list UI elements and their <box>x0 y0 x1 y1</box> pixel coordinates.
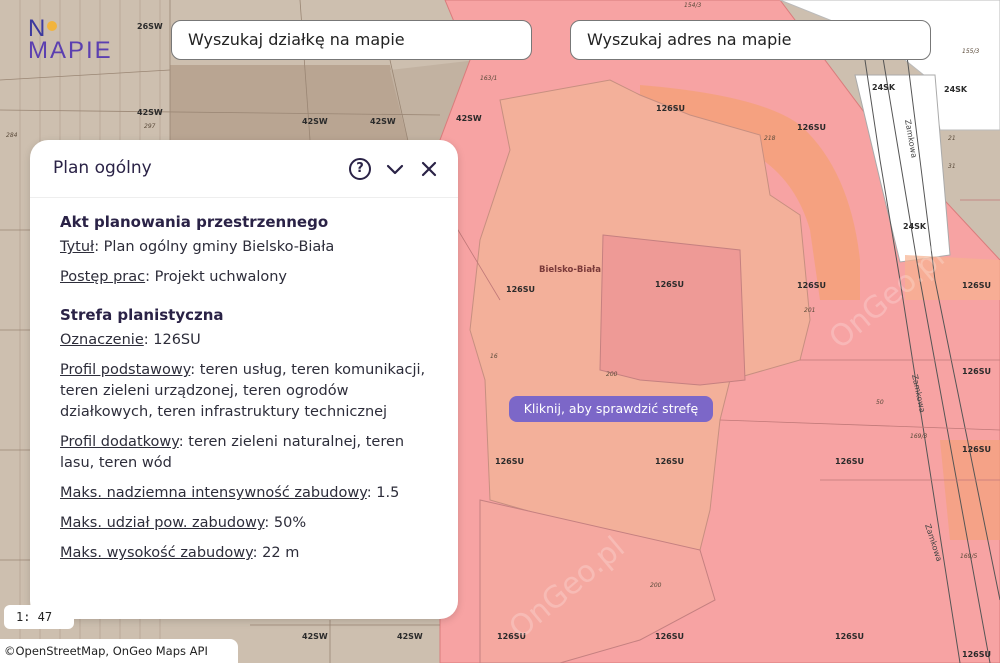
zone-label: 42SW <box>456 114 482 123</box>
zone-intensity-value: : 1.5 <box>366 485 400 501</box>
plan-info-panel: Plan ogólny ? Akt planowania przestrzenn… <box>30 140 458 619</box>
zone-label: 126SU <box>495 457 524 466</box>
parcel-number: 200 <box>606 371 618 378</box>
zone-label: 126SU <box>962 650 991 659</box>
zone-designation-key[interactable]: Oznaczenie <box>60 332 144 348</box>
act-heading: Akt planowania przestrzennego <box>60 213 329 231</box>
zone-label: 126SU <box>962 367 991 376</box>
act-progress-value: : Projekt uchwalony <box>145 269 288 285</box>
zone-label: 126SU <box>835 632 864 641</box>
parcel-number: 21 <box>948 135 956 142</box>
logo-dot-icon <box>47 21 58 31</box>
zone-intensity-row: Maks. nadziemna intensywność zabudowy: 1… <box>60 483 430 504</box>
parcel-number: 50 <box>876 399 884 406</box>
parcel-number: 169/5 <box>960 553 977 560</box>
zone-label: 42SW <box>302 632 328 641</box>
street-name: Zamkowa <box>923 523 944 563</box>
parcel-number: 154/3 <box>684 2 701 9</box>
parcel-search-input[interactable]: Wyszukaj działkę na mapie <box>171 20 532 60</box>
zone-label: 126SU <box>797 281 826 290</box>
zone-label: 126SU <box>655 632 684 641</box>
zone-label: 126SU <box>506 285 535 294</box>
zone-base-profile-key[interactable]: Profil podstawowy <box>60 362 190 378</box>
help-icon[interactable]: ? <box>349 158 371 180</box>
zone-designation-value: : 126SU <box>143 332 201 348</box>
zone-label: 126SU <box>962 281 991 290</box>
act-title-row: Tytuł: Plan ogólny gminy Bielsko-Biała <box>60 237 430 258</box>
zone-extra-profile-key[interactable]: Profil dodatkowy <box>60 434 179 450</box>
zone-height-key[interactable]: Maks. wysokość zabudowy <box>60 545 253 561</box>
zone-designation-row: Oznaczenie: 126SU <box>60 330 430 351</box>
parcel-number: 31 <box>948 163 956 170</box>
watermark: OnGeo.pl <box>823 240 952 356</box>
parcel-number: 284 <box>6 132 18 139</box>
act-progress-row: Postęp prac: Projekt uchwalony <box>60 267 430 288</box>
zone-label: 24SK <box>903 222 927 231</box>
zone-label: 126SU <box>962 445 991 454</box>
zone-intensity-key[interactable]: Maks. nadziemna intensywność zabudowy <box>60 485 367 501</box>
logo[interactable]: N MAPIE <box>28 17 148 68</box>
parcel-number: 201 <box>804 307 815 314</box>
street-name: Zamkowa <box>910 374 927 414</box>
zone-height-value: : 22 m <box>252 545 300 561</box>
parcel-number: 218 <box>764 135 776 142</box>
zone-label: 24SK <box>872 83 896 92</box>
act-progress-key[interactable]: Postęp prac <box>60 269 145 285</box>
zone-label: 126SU <box>655 280 684 289</box>
zone-label: 126SU <box>656 104 685 113</box>
zone-coverage-value: : 50% <box>264 515 307 531</box>
parcel-number: 200 <box>650 582 662 589</box>
panel-body: Akt planowania przestrzennego Tytuł: Pla… <box>60 212 430 573</box>
panel-header: Plan ogólny ? <box>30 140 458 198</box>
parcel-number: 169/3 <box>910 433 927 440</box>
zone-label: 126SU <box>655 457 684 466</box>
zone-coverage-row: Maks. udział pow. zabudowy: 50% <box>60 513 430 534</box>
zone-label: 126SU <box>797 123 826 132</box>
map-scale: 1: 47 <box>4 605 74 629</box>
close-icon[interactable] <box>418 158 440 180</box>
zone-label: 24SK <box>944 85 968 94</box>
watermark: OnGeo.pl <box>503 530 632 646</box>
zone-heading: Strefa planistyczna <box>60 306 224 324</box>
zone-label: 42SW <box>302 117 328 126</box>
logo-wordmark: MAPIE <box>28 37 113 64</box>
map-attribution[interactable]: ©OpenStreetMap, OnGeo Maps API <box>0 639 238 663</box>
parcel-number: 16 <box>490 353 498 360</box>
parcel-number: 155/3 <box>962 48 979 55</box>
act-title-value: : Plan ogólny gminy Bielsko-Biała <box>94 239 335 255</box>
zone-extra-profile-row: Profil dodatkowy: teren zieleni naturaln… <box>60 432 430 474</box>
zone-label: 126SU <box>835 457 864 466</box>
street-name: Zamkowa <box>903 119 919 159</box>
act-title-key[interactable]: Tytuł <box>60 239 94 255</box>
zone-label: 42SW <box>397 632 423 641</box>
zone-label: 42SW <box>370 117 396 126</box>
zone-base-profile-row: Profil podstawowy: teren usług, teren ko… <box>60 360 430 423</box>
address-search-input[interactable]: Wyszukaj adres na mapie <box>570 20 931 60</box>
parcel-number: 163/1 <box>480 75 497 82</box>
place-name: Bielsko-Biała <box>539 265 601 275</box>
panel-title: Plan ogólny <box>53 158 152 178</box>
zone-label: 42SW <box>137 108 163 117</box>
zone-coverage-key[interactable]: Maks. udział pow. zabudowy <box>60 515 264 531</box>
zone-height-row: Maks. wysokość zabudowy: 22 m <box>60 543 430 564</box>
parcel-number: 297 <box>144 123 156 130</box>
chevron-down-icon[interactable] <box>384 158 406 180</box>
zone-check-tooltip: Kliknij, aby sprawdzić strefę <box>509 396 713 422</box>
